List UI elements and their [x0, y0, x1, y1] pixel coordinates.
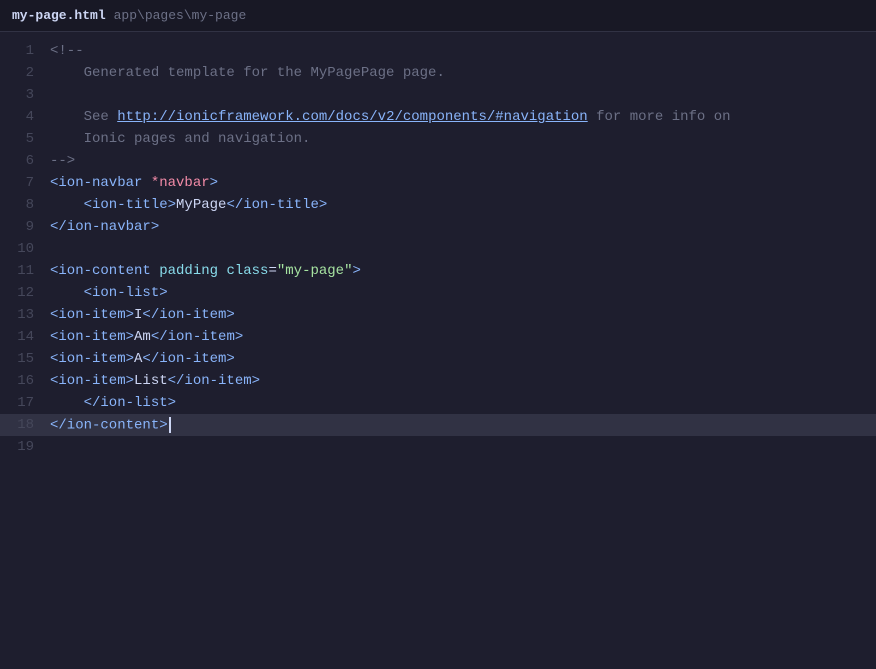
- line-number: 8: [0, 197, 50, 213]
- line-content: </ion-list>: [50, 395, 176, 411]
- line-number: 13: [0, 307, 50, 323]
- line-number: 5: [0, 131, 50, 147]
- line-number: 1: [0, 43, 50, 59]
- code-line: 19: [0, 436, 876, 458]
- code-line: 14<ion-item>Am</ion-item>: [0, 326, 876, 348]
- line-content: Ionic pages and navigation.: [50, 131, 310, 147]
- line-content: <ion-title>MyPage</ion-title>: [50, 197, 327, 213]
- line-content: </ion-navbar>: [50, 219, 159, 235]
- line-content: <!--: [50, 43, 84, 59]
- code-line: 9</ion-navbar>: [0, 216, 876, 238]
- code-line: 10: [0, 238, 876, 260]
- line-number: 9: [0, 219, 50, 235]
- code-line: 1<!--: [0, 40, 876, 62]
- line-content: <ion-list>: [50, 285, 168, 301]
- line-content: <ion-item>List</ion-item>: [50, 373, 260, 389]
- code-line: 16<ion-item>List</ion-item>: [0, 370, 876, 392]
- code-line: 4 See http://ionicframework.com/docs/v2/…: [0, 106, 876, 128]
- line-number: 4: [0, 109, 50, 125]
- text-cursor: [169, 417, 171, 433]
- line-number: 2: [0, 65, 50, 81]
- code-line: 15<ion-item>A</ion-item>: [0, 348, 876, 370]
- code-line: 7<ion-navbar *navbar>: [0, 172, 876, 194]
- line-number: 14: [0, 329, 50, 345]
- code-link[interactable]: http://ionicframework.com/docs/v2/compon…: [117, 109, 587, 125]
- line-content: <ion-item>Am</ion-item>: [50, 329, 243, 345]
- line-content: <ion-item>A</ion-item>: [50, 351, 235, 367]
- code-line: 11<ion-content padding class="my-page">: [0, 260, 876, 282]
- line-content: -->: [50, 153, 75, 169]
- code-line: 6-->: [0, 150, 876, 172]
- line-content: See http://ionicframework.com/docs/v2/co…: [50, 109, 731, 125]
- editor-area: 1<!--2 Generated template for the MyPage…: [0, 32, 876, 669]
- code-line: 13<ion-item>I</ion-item>: [0, 304, 876, 326]
- code-line: 3: [0, 84, 876, 106]
- title-bar: my-page.html app\pages\my-page: [0, 0, 876, 32]
- line-content: </ion-content>: [50, 417, 171, 434]
- line-number: 19: [0, 439, 50, 455]
- line-content: Generated template for the MyPagePage pa…: [50, 65, 445, 81]
- line-content: <ion-navbar *navbar>: [50, 175, 218, 191]
- code-line: 18</ion-content>: [0, 414, 876, 436]
- line-number: 18: [0, 417, 50, 433]
- line-number: 12: [0, 285, 50, 301]
- line-content: <ion-content padding class="my-page">: [50, 263, 361, 279]
- line-number: 7: [0, 175, 50, 191]
- line-number: 15: [0, 351, 50, 367]
- code-line: 8 <ion-title>MyPage</ion-title>: [0, 194, 876, 216]
- code-line: 12 <ion-list>: [0, 282, 876, 304]
- line-number: 16: [0, 373, 50, 389]
- code-line: 5 Ionic pages and navigation.: [0, 128, 876, 150]
- code-line: 17 </ion-list>: [0, 392, 876, 414]
- filename: my-page.html: [12, 8, 106, 23]
- file-path: app\pages\my-page: [114, 8, 247, 23]
- line-number: 17: [0, 395, 50, 411]
- line-content: <ion-item>I</ion-item>: [50, 307, 235, 323]
- line-number: 3: [0, 87, 50, 103]
- line-number: 11: [0, 263, 50, 279]
- line-number: 10: [0, 241, 50, 257]
- code-line: 2 Generated template for the MyPagePage …: [0, 62, 876, 84]
- line-number: 6: [0, 153, 50, 169]
